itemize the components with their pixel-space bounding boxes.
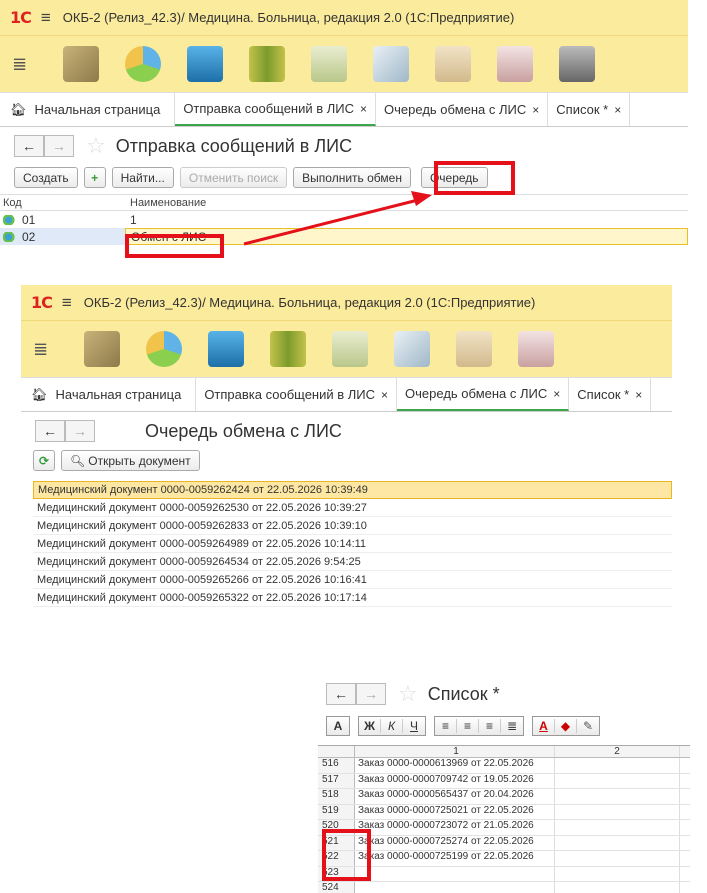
text-style-group: Ж К Ч xyxy=(358,716,426,736)
fill-color-icon[interactable]: ◆ xyxy=(555,719,577,733)
align-group: ≡ ≡ ≡ ≣ xyxy=(434,716,524,736)
align-left-icon[interactable]: ≡ xyxy=(435,719,457,733)
sheet-row[interactable]: 518 Заказ 0000-0000565437 от 20.04.2026 xyxy=(318,789,690,805)
sheet-row[interactable]: 523 xyxy=(318,866,690,882)
color-group: А ◆ ✎ xyxy=(532,716,600,736)
window-title: ОКБ-2 (Релиз_42.3)/ Медицина. Больница, … xyxy=(83,295,536,310)
tab-home[interactable]: 🏠︎ Начальная страница xyxy=(21,378,197,411)
main-menu-icon[interactable]: ≡ xyxy=(62,293,72,313)
form-header: ← → Очередь обмена с ЛИС xyxy=(21,412,672,450)
panel-list: ← → ☆ Список * А Ж К Ч ≡ ≡ ≡ ≣ А ◆ ✎ 1 2 xyxy=(318,675,690,893)
folders-icon[interactable] xyxy=(270,331,306,367)
tab-send-messages[interactable]: Отправка сообщений в ЛИС × xyxy=(196,378,398,411)
tab-exchange-queue[interactable]: Очередь обмена с ЛИС × xyxy=(397,378,570,411)
sheet-row[interactable]: 522 Заказ 0000-0000725199 от 22.05.2026 xyxy=(318,851,690,867)
search-icon: 🔍︎ xyxy=(70,453,86,468)
form-title: Список * xyxy=(427,683,500,704)
bold-button[interactable]: Ж xyxy=(359,719,381,733)
help-clipboard-icon[interactable] xyxy=(332,331,368,367)
building-icon[interactable] xyxy=(208,331,244,367)
panel-exchange-queue: 1С ≡ ОКБ-2 (Релиз_42.3)/ Медицина. Больн… xyxy=(21,285,672,615)
sheet-row[interactable]: 517 Заказ 0000-0000709742 от 19.05.2026 xyxy=(318,773,690,789)
sheet-column-headers: 1 2 xyxy=(318,746,690,758)
pencil-icon[interactable]: ✎ xyxy=(577,719,599,733)
close-icon[interactable]: × xyxy=(553,387,560,401)
italic-button[interactable]: К xyxy=(381,719,403,733)
align-center-icon[interactable]: ≡ xyxy=(457,719,479,733)
refresh-icon[interactable]: ⟳ xyxy=(33,450,55,471)
sheet-row[interactable]: 520 Заказ 0000-0000723072 от 21.05.2026 xyxy=(318,820,690,836)
sheet-row[interactable]: 521 Заказ 0000-0000725274 от 22.05.2026 xyxy=(318,835,690,851)
align-right-icon[interactable]: ≡ xyxy=(479,719,501,733)
money-icon[interactable] xyxy=(84,331,120,367)
list-item[interactable]: Медицинский документ 0000-0059264989 от … xyxy=(33,535,672,553)
underline-button[interactable]: Ч xyxy=(403,719,425,733)
documents-icon[interactable] xyxy=(394,331,430,367)
close-icon[interactable]: × xyxy=(381,388,388,402)
list-item[interactable]: Медицинский документ 0000-0059262424 от … xyxy=(33,481,672,499)
window-titlebar: 1С ≡ ОКБ-2 (Релиз_42.3)/ Медицина. Больн… xyxy=(21,285,672,321)
form-header: ← → ☆ Список * xyxy=(318,675,690,713)
command-bar: ⟳ 🔍︎ Открыть документ xyxy=(21,450,672,471)
queue-list: Медицинский документ 0000-0059262424 от … xyxy=(21,481,672,607)
align-justify-icon[interactable]: ≣ xyxy=(501,719,523,733)
certificate-icon[interactable] xyxy=(456,331,492,367)
close-icon[interactable]: × xyxy=(635,388,642,402)
open-document-button[interactable]: 🔍︎ Открыть документ xyxy=(61,450,200,471)
format-toolbar: А Ж К Ч ≡ ≡ ≡ ≣ А ◆ ✎ xyxy=(318,713,690,739)
sheet-row[interactable]: 524 xyxy=(318,882,690,893)
sheet-row[interactable]: 519 Заказ 0000-0000725021 от 22.05.2026 xyxy=(318,804,690,820)
sheet-row[interactable]: 516 Заказ 0000-0000613969 от 22.05.2026 xyxy=(318,758,690,774)
list-item[interactable]: Медицинский документ 0000-0059262530 от … xyxy=(33,499,672,517)
home-icon: 🏠︎ xyxy=(31,386,48,402)
forward-button[interactable]: → xyxy=(356,683,386,705)
form-title: Очередь обмена с ЛИС xyxy=(145,420,342,441)
favorite-star-icon[interactable]: ☆ xyxy=(398,681,418,707)
back-button[interactable]: ← xyxy=(326,683,356,705)
pie-chart-icon[interactable] xyxy=(146,331,182,367)
list-item[interactable]: Медицинский документ 0000-0059262833 от … xyxy=(33,517,672,535)
medkit-icon[interactable] xyxy=(518,331,554,367)
highlight-row-numbers xyxy=(322,829,371,881)
tab-bar: 🏠︎ Начальная страница Отправка сообщений … xyxy=(21,378,672,412)
sections-menu-icon[interactable]: ≣ xyxy=(33,339,71,360)
font-button[interactable]: А xyxy=(326,716,350,736)
list-item[interactable]: Медицинский документ 0000-0059264534 от … xyxy=(33,553,672,571)
list-item[interactable]: Медицинский документ 0000-0059265322 от … xyxy=(33,589,672,607)
back-button[interactable]: ← xyxy=(35,420,65,442)
font-color-button[interactable]: А xyxy=(533,719,555,733)
tab-list[interactable]: Список * × xyxy=(569,378,652,411)
sections-toolbar: ≣ xyxy=(21,321,672,378)
spreadsheet: 1 2 516 Заказ 0000-0000613969 от 22.05.20… xyxy=(318,745,690,893)
forward-button[interactable]: → xyxy=(65,420,95,442)
list-item[interactable]: Медицинский документ 0000-0059265266 от … xyxy=(33,571,672,589)
1c-logo: 1С xyxy=(31,293,53,312)
